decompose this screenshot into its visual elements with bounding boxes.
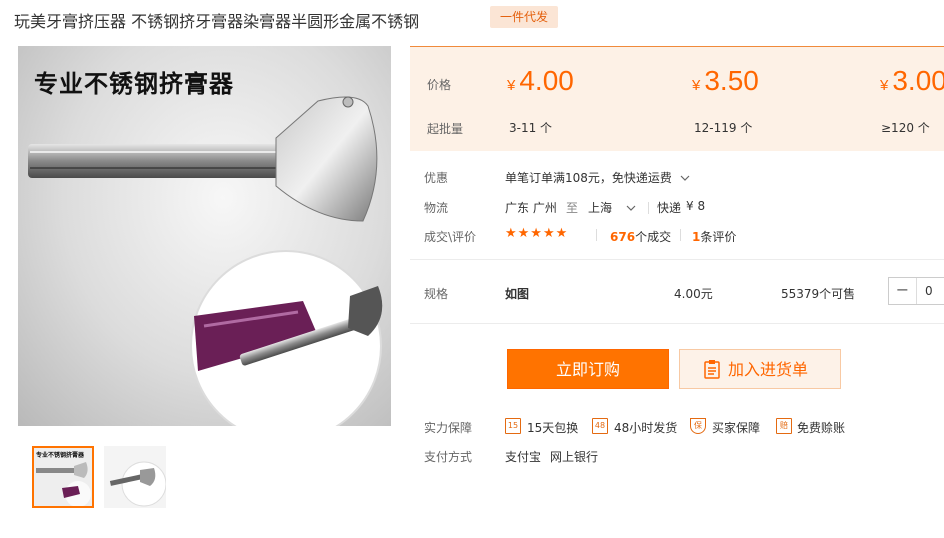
buy-now-button[interactable]: 立即订购 — [507, 349, 669, 389]
payment-online-bank: 网上银行 — [550, 450, 599, 464]
spec-stock: 55379个可售 — [781, 287, 856, 301]
spec-label: 规格 — [424, 287, 449, 301]
express-label: 快递 — [657, 201, 682, 215]
ship-48h-icon: 48 — [592, 418, 608, 434]
promo-text[interactable]: 单笔订单满108元，免快递运费 — [505, 169, 690, 186]
shield-icon: 保 — [690, 418, 706, 434]
thumbnail-1[interactable]: 专业不锈钢挤膏器 — [32, 446, 94, 508]
min-qty-label: 起批量 — [427, 122, 464, 136]
deal-review-label: 成交\评价 — [424, 230, 477, 244]
chevron-down-icon — [680, 175, 690, 181]
divider — [410, 259, 944, 260]
quantity-input[interactable]: 0 — [925, 284, 933, 298]
express-fee: ¥ 8 — [686, 199, 706, 213]
price-tier-3: ¥3.00 — [880, 65, 944, 96]
shipping-label: 物流 — [424, 201, 449, 215]
divider — [680, 229, 681, 241]
guarantee-exchange[interactable]: 15天包换 — [527, 419, 578, 436]
thumbnail-2[interactable] — [104, 446, 166, 508]
qty-tier-2: 12-119 个 — [694, 121, 753, 135]
add-to-cart-button[interactable]: 加入进货单 — [679, 349, 841, 389]
thumbnail-1-image — [36, 462, 91, 506]
thumbnail-2-image — [109, 461, 166, 507]
payment-label: 支付方式 — [424, 450, 473, 464]
guarantee-48h[interactable]: 48小时发货 — [614, 419, 677, 436]
guarantee-credit[interactable]: 免费赊账 — [797, 419, 845, 436]
ship-to-word: 至 — [566, 201, 579, 215]
spec-price: 4.00元 — [674, 287, 713, 301]
guarantee-buyer[interactable]: 买家保障 — [712, 419, 760, 436]
ship-to-select[interactable]: 上海 — [588, 199, 636, 216]
price-tier-2: ¥3.50 — [692, 65, 759, 96]
divider — [410, 323, 944, 324]
dropship-badge[interactable]: 一件代发 — [490, 6, 558, 28]
qty-tier-3: ≥120 个 — [881, 121, 930, 135]
squeezer-illustration — [28, 96, 383, 426]
ship-from: 广东 广州 — [505, 201, 557, 215]
divider — [648, 202, 649, 214]
product-title: 玩美牙膏挤压器 不锈钢挤牙膏器染膏器半圆形金属不锈钢 — [14, 12, 420, 31]
chevron-down-icon — [626, 205, 636, 211]
spec-name: 如图 — [505, 287, 530, 301]
rating-stars: ★★★★★ — [505, 226, 569, 241]
guarantee-label: 实力保障 — [424, 421, 473, 435]
reviews-count[interactable]: 1条评价 — [692, 228, 736, 245]
exchange-15-day-icon: 15 — [505, 418, 521, 434]
quantity-stepper: − 0 — [888, 277, 944, 305]
clipboard-icon — [704, 360, 720, 379]
add-to-cart-label: 加入进货单 — [728, 360, 809, 379]
deals-count[interactable]: 676个成交 — [610, 228, 671, 245]
price-box: 价格 起批量 ¥4.00 ¥3.50 ¥3.00 3-11 个 12-119 个… — [410, 46, 944, 151]
price-label: 价格 — [427, 78, 452, 92]
qty-tier-1: 3-11 个 — [509, 121, 553, 135]
compensation-icon: 赔 — [776, 418, 792, 434]
decrement-button[interactable]: − — [889, 278, 917, 304]
divider — [596, 229, 597, 241]
price-tier-1: ¥4.00 — [507, 65, 574, 96]
payment-alipay: 支付宝 — [505, 450, 542, 464]
product-main-image: 专业不锈钢挤膏器 — [18, 46, 391, 426]
promo-label: 优惠 — [424, 171, 449, 185]
